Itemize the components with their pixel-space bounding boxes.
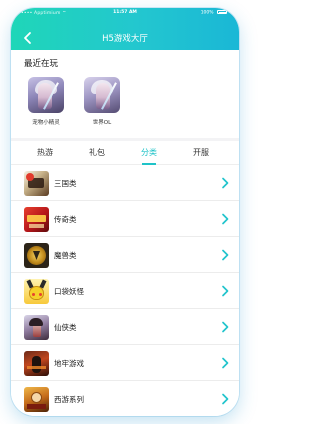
category-row-pocket-monsters[interactable]: 口袋妖怪 <box>11 274 239 309</box>
app-header: •••• Apptimium ⌔ 11:57 AM 100% H5游戏大厅 <box>11 8 239 50</box>
game-thumbnail <box>28 77 64 113</box>
pikachu-icon <box>24 279 49 304</box>
xianxia-icon <box>24 315 49 340</box>
category-row-journey-west[interactable]: 西游系列 <box>11 382 239 416</box>
category-label: 魔兽类 <box>54 251 77 260</box>
category-label: 传奇类 <box>54 215 77 224</box>
legend-icon <box>24 207 49 232</box>
active-tab-indicator <box>129 163 169 165</box>
status-battery: 100% <box>201 10 227 16</box>
three-kingdoms-icon <box>24 171 49 196</box>
recent-game-world-ol[interactable]: 世界OL <box>77 77 127 126</box>
category-label: 地牢游戏 <box>54 359 84 368</box>
category-row-xianxia[interactable]: 仙侠类 <box>11 310 239 345</box>
page-title: H5游戏大厅 <box>102 34 148 44</box>
recent-game-label: 世界OL <box>92 120 112 126</box>
tab-hot-games[interactable]: 热游 <box>25 147 65 158</box>
category-label: 仙侠类 <box>54 323 77 332</box>
warcraft-icon <box>24 243 49 268</box>
category-row-warcraft[interactable]: 魔兽类 <box>11 238 239 273</box>
battery-label: 100% <box>200 10 214 16</box>
chevron-right-icon <box>220 213 230 225</box>
recent-game-label: 宠物小精灵 <box>32 120 60 126</box>
battery-icon <box>217 10 227 14</box>
recently-played-section: 最近在玩 宠物小精灵 世界OL <box>11 50 239 138</box>
recent-game-pet-elf[interactable]: 宠物小精灵 <box>21 77 71 126</box>
journey-west-icon <box>24 387 49 412</box>
category-row-dungeon[interactable]: 地牢游戏 <box>11 346 239 381</box>
tab-server-open[interactable]: 开服 <box>181 147 221 158</box>
category-row-three-kingdoms[interactable]: 三国类 <box>11 166 239 201</box>
chevron-right-icon <box>220 321 230 333</box>
chevron-right-icon <box>220 285 230 297</box>
chevron-right-icon <box>220 177 230 189</box>
category-row-legend[interactable]: 传奇类 <box>11 202 239 237</box>
category-label: 三国类 <box>54 179 77 188</box>
phone-frame: •••• Apptimium ⌔ 11:57 AM 100% H5游戏大厅 最近… <box>11 8 239 416</box>
status-bar: •••• Apptimium ⌔ 11:57 AM 100% <box>11 8 239 22</box>
tab-bar: 热游 礼包 分类 开服 <box>11 141 239 165</box>
game-thumbnail <box>84 77 120 113</box>
chevron-right-icon <box>220 249 230 261</box>
category-label: 口袋妖怪 <box>54 287 84 296</box>
category-label: 西游系列 <box>54 395 84 404</box>
tab-gift-packs[interactable]: 礼包 <box>77 147 117 158</box>
recently-played-title: 最近在玩 <box>24 59 59 69</box>
tab-categories[interactable]: 分类 <box>129 147 169 165</box>
chevron-right-icon <box>220 357 230 369</box>
chevron-right-icon <box>220 393 230 405</box>
tab-categories-label: 分类 <box>141 148 157 157</box>
dungeon-icon <box>24 351 49 376</box>
